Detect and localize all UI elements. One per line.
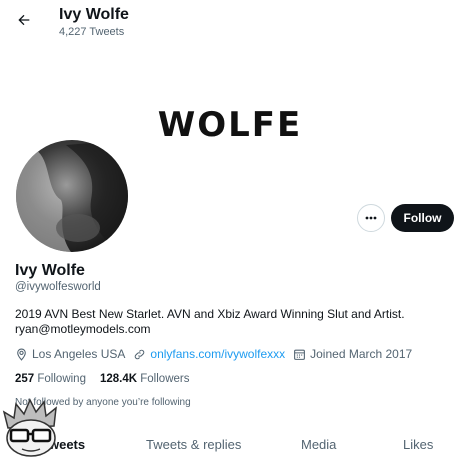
more-options-button[interactable] xyxy=(357,204,385,232)
link-item[interactable]: onlyfans.com/ivywolfexxx xyxy=(133,347,285,361)
joined-text: Joined March 2017 xyxy=(310,347,413,361)
cartoon-face-watermark xyxy=(0,398,64,458)
following-label: Following xyxy=(37,373,86,385)
follow-button[interactable]: Follow xyxy=(391,204,454,232)
back-arrow-icon[interactable] xyxy=(14,10,34,30)
link-icon xyxy=(135,349,145,359)
tab-likes[interactable]: Likes xyxy=(403,437,433,452)
more-dots-icon xyxy=(365,216,377,220)
followers-count: 128.4K xyxy=(99,373,138,385)
follow-stats: 257 Following 128.4K Followers xyxy=(15,373,203,385)
followers-label: Followers xyxy=(140,373,190,385)
joined-item: Joined March 2017 xyxy=(293,347,412,361)
calendar-icon xyxy=(294,349,306,360)
avatar[interactable] xyxy=(12,136,132,256)
bio-line: 2019 AVN Best New Starlet. AVN and Xbiz … xyxy=(15,307,405,321)
profile-bio: 2019 AVN Best New Starlet. AVN and Xbiz … xyxy=(15,307,445,337)
bio-line: ryan@motleymodels.com xyxy=(15,322,151,336)
location-text: Los Angeles USA xyxy=(32,347,126,361)
location-pin-icon xyxy=(17,348,26,361)
avatar-photo xyxy=(16,140,128,252)
following-count: 257 xyxy=(15,373,35,385)
profile-handle: @ivywolfesworld xyxy=(15,281,101,293)
tweet-count: 4,227 Tweets xyxy=(59,26,125,38)
header-name: Ivy Wolfe xyxy=(59,6,129,23)
profile-header: Ivy Wolfe 4,227 Tweets xyxy=(0,0,460,46)
following-stat[interactable]: 257 Following xyxy=(15,373,86,385)
website-link[interactable]: onlyfans.com/ivywolfexxx xyxy=(150,347,285,361)
tab-media[interactable]: Media xyxy=(301,437,336,452)
location-item: Los Angeles USA xyxy=(15,347,125,361)
followers-stat[interactable]: 128.4K Followers xyxy=(100,373,190,385)
profile-name: Ivy Wolfe xyxy=(15,262,85,279)
profile-meta: Los Angeles USA onlyfans.com/ivywolfexxx… xyxy=(15,346,420,362)
profile-tabs: Tweets Tweets & replies Media Likes xyxy=(0,434,460,460)
tab-tweets-replies[interactable]: Tweets & replies xyxy=(146,437,241,452)
